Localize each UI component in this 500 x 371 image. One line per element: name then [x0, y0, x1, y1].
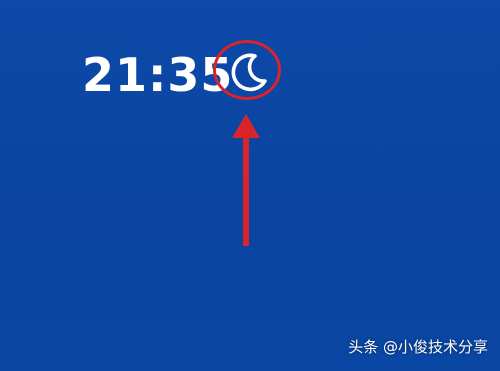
status-bar: 21:35	[82, 40, 233, 110]
lock-screen: 21:35 头条 @小俊技术分享	[0, 0, 500, 371]
highlight-arrow	[232, 114, 260, 246]
crescent-moon-icon	[231, 53, 267, 92]
do-not-disturb-indicator[interactable]	[213, 40, 285, 104]
watermark-text: 头条 @小俊技术分享	[348, 338, 488, 356]
clock-time: 21:35	[82, 48, 234, 102]
